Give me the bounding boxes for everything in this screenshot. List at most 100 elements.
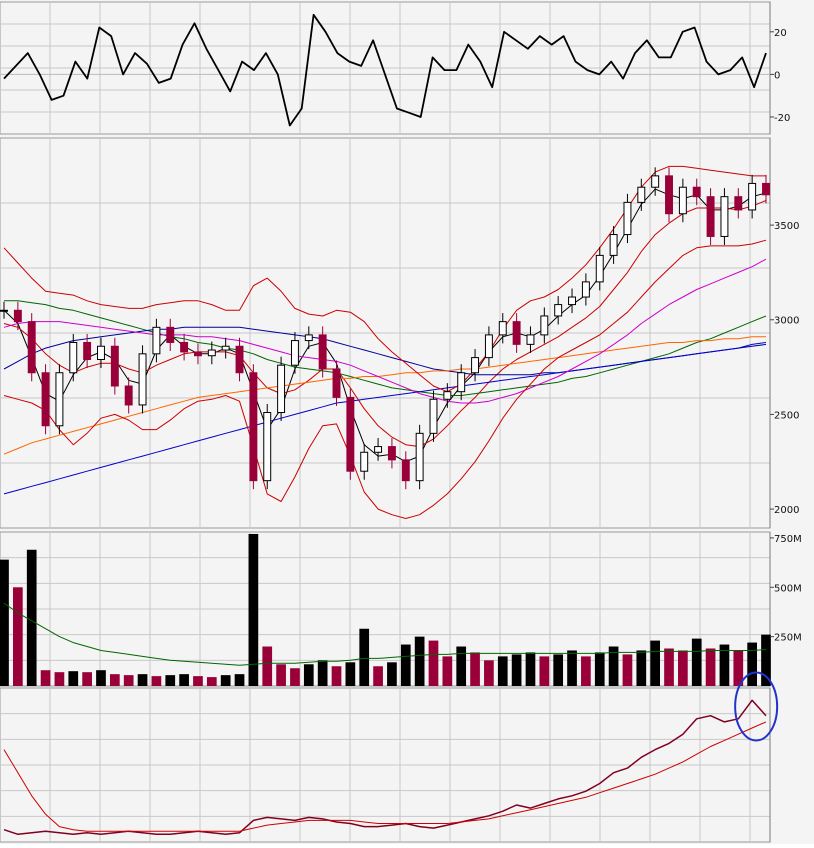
candle-body xyxy=(207,349,216,357)
volume-bar xyxy=(137,674,148,686)
volume-bar xyxy=(13,587,23,686)
volume-bar xyxy=(373,666,383,686)
volume-bar xyxy=(761,634,771,686)
volume-bar xyxy=(428,640,439,686)
candle-body xyxy=(235,345,244,374)
volume-tick-label: 750M xyxy=(774,534,802,545)
price-tick-label: 2500 xyxy=(774,410,799,421)
candle-body xyxy=(13,309,22,323)
volume-bar xyxy=(456,646,467,686)
oscillator-tick-label: 0 xyxy=(774,70,780,81)
candle-body xyxy=(762,182,770,196)
volume-bar xyxy=(96,670,106,686)
candle-body xyxy=(263,412,272,482)
volume-bar xyxy=(234,674,245,686)
volume-bar xyxy=(387,662,397,686)
volume-bar xyxy=(109,674,120,686)
volume-bar xyxy=(594,652,605,686)
volume-bar xyxy=(206,677,217,686)
volume-bar xyxy=(0,559,9,686)
volume-bar xyxy=(123,675,134,686)
candle-body xyxy=(581,281,590,298)
volume-bar xyxy=(691,638,702,686)
candle-body xyxy=(277,364,286,414)
candle-body xyxy=(401,459,410,482)
candle-body xyxy=(554,304,563,317)
candle-body xyxy=(678,186,687,215)
volume-bar xyxy=(705,648,716,686)
volume-bar xyxy=(567,650,577,686)
candle-body xyxy=(346,396,355,472)
candle-body xyxy=(512,321,521,345)
volume-bar xyxy=(400,644,411,686)
candle-body xyxy=(221,345,230,351)
candle-body xyxy=(318,334,327,370)
volume-bar xyxy=(290,668,300,686)
volume-bar xyxy=(359,628,370,686)
candle-body xyxy=(387,446,396,461)
volume-tick-label: 250M xyxy=(774,633,802,644)
candle-body xyxy=(526,334,535,345)
volume-bar xyxy=(82,672,92,686)
candle-body xyxy=(734,196,743,211)
volume-bar xyxy=(303,664,314,686)
volume-bar xyxy=(525,652,536,686)
candle-body xyxy=(429,398,438,434)
candle-body xyxy=(665,175,673,215)
candle-body xyxy=(623,201,632,236)
volume-bar xyxy=(678,650,688,686)
volume-bar xyxy=(317,660,328,686)
volume-bar xyxy=(220,675,231,686)
stock-chart: 20 0 -20 3500 3000 2500 2000 750M 500M 250M xyxy=(0,1,802,843)
candle-body xyxy=(720,196,729,237)
oscillator-tick-label: 20 xyxy=(774,28,787,39)
volume-bar xyxy=(262,646,273,686)
candle-body xyxy=(540,315,549,336)
candle-body xyxy=(651,175,660,188)
candle-body xyxy=(97,345,105,361)
candle-body xyxy=(152,326,161,355)
candle-body xyxy=(609,234,618,256)
candle-body xyxy=(595,254,604,283)
candle-body xyxy=(360,451,369,472)
volume-bar xyxy=(179,674,189,686)
candle-body xyxy=(415,432,424,482)
volume-bar xyxy=(68,671,79,686)
candle-body xyxy=(748,182,757,211)
volume-bar xyxy=(26,549,37,686)
volume-bar xyxy=(248,533,259,686)
candle-body xyxy=(498,321,507,336)
candle-body xyxy=(55,372,64,427)
candle-body xyxy=(83,341,92,361)
volume-bar xyxy=(345,662,356,686)
volume-bar xyxy=(470,652,480,686)
candle-body xyxy=(332,368,341,398)
candle-body xyxy=(637,186,646,203)
candle-body xyxy=(304,334,313,342)
candle-body xyxy=(166,326,175,343)
volume-bar xyxy=(193,676,203,686)
candle-body xyxy=(290,340,299,366)
volume-bar xyxy=(650,640,661,686)
candle-body xyxy=(374,446,383,453)
volume-bar xyxy=(497,656,508,686)
oscillator-tick-label: -20 xyxy=(774,113,790,124)
candle-body xyxy=(69,341,78,374)
candle-body xyxy=(692,186,701,198)
volume-bar xyxy=(622,654,633,686)
volume-tick-label: 500M xyxy=(774,583,802,594)
volume-bar xyxy=(664,648,674,686)
candle-body xyxy=(124,385,133,406)
volume-bar xyxy=(539,656,550,686)
volume-bar xyxy=(276,664,286,686)
candle-body xyxy=(180,341,189,353)
volume-bar xyxy=(581,656,591,686)
volume-bar xyxy=(54,672,65,686)
candle-body xyxy=(41,372,50,427)
volume-bar xyxy=(484,660,494,686)
chart-window: 20 0 -20 3500 3000 2500 2000 750M 500M 250M xyxy=(0,0,814,844)
candle-body xyxy=(0,309,8,312)
candle-body xyxy=(457,372,466,393)
candle-body xyxy=(706,196,715,237)
volume-bar xyxy=(442,656,453,686)
